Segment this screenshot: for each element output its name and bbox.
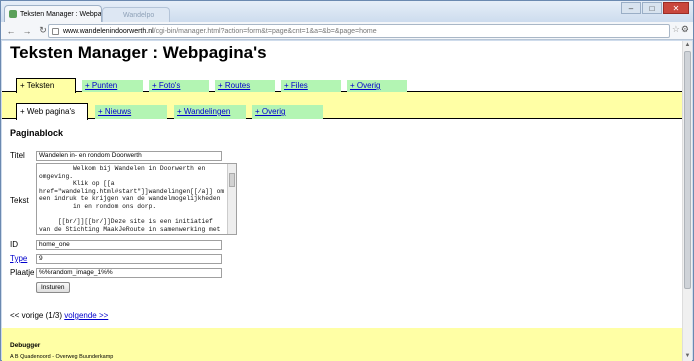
pager-prev-text: << vorige (1/3) [10, 311, 63, 320]
subtab-web-paginas[interactable]: + Web pagina's [16, 103, 88, 120]
scrollbar-thumb[interactable] [684, 51, 691, 289]
sub-tabs: + Web pagina's + Nieuws + Wandelingen + … [2, 103, 682, 120]
tab-routes[interactable]: + Routes [215, 80, 275, 92]
forward-arrow-icon[interactable]: → [21, 25, 33, 37]
browser-tab-title: Teksten Manager : Webpa [20, 10, 102, 18]
debugger-title: Debugger [10, 342, 41, 349]
page-scrollbar[interactable]: ▲ ▼ [682, 41, 692, 361]
tab-files[interactable]: + Files [281, 80, 341, 92]
browser-tab-active[interactable]: Teksten Manager : Webpa × [4, 5, 102, 22]
page-title: Teksten Manager : Webpagina's [10, 43, 267, 62]
plaatje-input[interactable]: %%random_image_1%% [36, 268, 222, 278]
browser-window: Teksten Manager : Webpa × Wandelpo – □ ✕… [0, 0, 694, 361]
type-link[interactable]: Type [10, 254, 27, 263]
insturen-button[interactable]: Insturen [36, 282, 70, 293]
tab-strip: Teksten Manager : Webpa × Wandelpo – □ ✕ [1, 1, 693, 22]
browser-tab-background[interactable]: Wandelpo [102, 7, 170, 22]
pagination: << vorige (1/3) volgende >> [10, 311, 108, 320]
close-window-button[interactable]: ✕ [663, 2, 689, 14]
tab-teksten[interactable]: + Teksten [16, 78, 76, 93]
pager-next-link[interactable]: volgende >> [64, 311, 108, 320]
tab-overig-link[interactable]: + Overig [350, 81, 380, 90]
type-label: Type [10, 254, 27, 263]
subtab-overig-link[interactable]: + Overig [255, 107, 285, 116]
plaatje-label: Plaatje [10, 268, 35, 277]
maximize-button[interactable]: □ [642, 2, 662, 14]
favicon-icon [9, 10, 17, 18]
subtab-nieuws-link[interactable]: + Nieuws [98, 107, 131, 116]
debugger-line: A B Quadenoord - Overweg Buunderkamp [10, 354, 114, 360]
tab-punten[interactable]: + Punten [82, 80, 143, 92]
bookmark-star-icon[interactable]: ☆ [672, 24, 680, 35]
minimize-button[interactable]: – [621, 2, 641, 14]
tab-overig[interactable]: + Overig [347, 80, 407, 92]
address-bar[interactable]: www.wandelenindoorwerth.nl/cgi-bin/manag… [48, 24, 670, 38]
scroll-up-icon[interactable]: ▲ [683, 41, 692, 50]
url-host: www.wandelenindoorwerth.nl [63, 27, 154, 35]
tab-punten-link[interactable]: + Punten [85, 81, 117, 90]
scroll-down-icon[interactable]: ▼ [683, 352, 692, 361]
type-input[interactable]: 9 [36, 254, 222, 264]
tab-routes-link[interactable]: + Routes [218, 81, 250, 90]
id-input[interactable]: home_one [36, 240, 222, 250]
tab-files-link[interactable]: + Files [284, 81, 308, 90]
subtab-wandelingen-link[interactable]: + Wandelingen [177, 107, 230, 116]
page-icon [52, 28, 59, 35]
tekst-label: Tekst [10, 196, 29, 205]
textarea-scrollbar[interactable] [227, 164, 236, 234]
page-viewport: Teksten Manager : Webpagina's + Teksten … [2, 41, 682, 361]
tekst-textarea[interactable]: Welkom bij Wandelen in Doorwerth en omge… [36, 163, 237, 235]
subtab-nieuws[interactable]: + Nieuws [95, 105, 167, 119]
titel-label: Titel [10, 151, 25, 160]
tekst-textarea-content: Welkom bij Wandelen in Doorwerth en omge… [39, 165, 225, 233]
url-path: /cgi-bin/manager.html?action=form&t=page… [153, 27, 377, 35]
tab-fotos[interactable]: + Foto's [149, 80, 209, 92]
browser-toolbar: ← → ↻ www.wandelenindoorwerth.nl/cgi-bin… [1, 22, 693, 40]
titel-input[interactable]: Wandelen in- en rondom Doorwerth [36, 151, 222, 161]
debugger-panel: Debugger A B Quadenoord - Overweg Buunde… [2, 328, 682, 361]
main-tabs-background [2, 92, 682, 103]
section-heading: Paginablock [10, 128, 64, 138]
id-label: ID [10, 240, 18, 249]
window-controls: – □ ✕ [621, 2, 689, 14]
wrench-menu-icon[interactable]: ⚙ [681, 24, 689, 35]
textarea-scrollbar-thumb[interactable] [229, 173, 235, 187]
back-arrow-icon[interactable]: ← [5, 25, 17, 37]
subtab-overig[interactable]: + Overig [252, 105, 323, 119]
subtab-wandelingen[interactable]: + Wandelingen [174, 105, 246, 119]
tab-fotos-link[interactable]: + Foto's [152, 81, 180, 90]
main-tabs: + Teksten + Punten + Foto's + Routes + F… [2, 78, 682, 93]
